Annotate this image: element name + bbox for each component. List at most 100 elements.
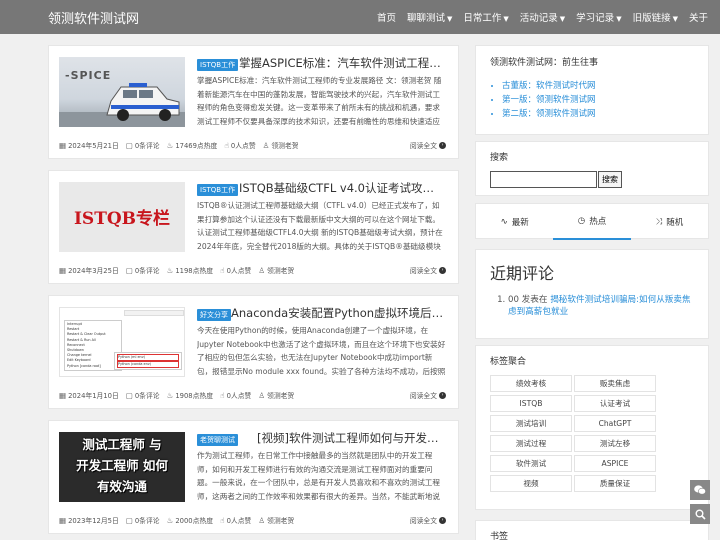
comment-icon: ▢: [125, 515, 133, 525]
chevron-down-icon: ▼: [616, 15, 622, 23]
thumbs-up-icon: ☝: [224, 140, 229, 150]
read-more-link[interactable]: 阅读全文 ›: [410, 390, 446, 400]
shuffle-icon: ⤨: [655, 217, 663, 227]
nav-about[interactable]: 关于: [689, 10, 708, 24]
calendar-icon: ▦: [59, 390, 67, 400]
nav-old-links[interactable]: 旧版链接 ▼: [633, 10, 678, 24]
flame-icon: ♨: [166, 265, 174, 275]
chevron-down-icon: ▼: [503, 15, 509, 23]
comment-icon: ▢: [125, 265, 133, 275]
nav-learning[interactable]: 学习记录 ▼: [576, 10, 621, 24]
tag-link[interactable]: 软件测试: [490, 455, 572, 472]
post-title[interactable]: 掌握ASPICE标准：汽车软件测试工程师的专业发展路径: [239, 55, 444, 71]
chevron-down-icon: ▼: [446, 15, 453, 23]
calendar-icon: ▦: [59, 265, 67, 275]
arrow-right-icon: ›: [439, 516, 446, 524]
tag-link[interactable]: 视频: [490, 475, 572, 492]
user-icon: ♙: [262, 140, 270, 150]
flame-icon: ♨: [166, 140, 174, 150]
tab-hot[interactable]: ◷ 热点: [553, 204, 631, 240]
search-icon[interactable]: [690, 504, 710, 524]
nav-home[interactable]: 首页: [377, 10, 396, 24]
post-thumbnail[interactable]: ISTQB专栏: [59, 182, 185, 252]
tag-link[interactable]: 贩卖焦虑: [574, 375, 656, 392]
user-icon: ♙: [258, 390, 266, 400]
read-more-link[interactable]: 阅读全文 ›: [410, 515, 446, 525]
post-meta: ▦ 2024年5月21日 ▢ 0条评论 ♨ 17469点热度 ☝ 0人点赞 ♙ 领测老贺: [59, 140, 299, 151]
arrow-right-icon: ›: [439, 266, 446, 274]
history-link[interactable]: 古董版：软件测试时代网: [502, 79, 694, 93]
comment-item: 00 发表在 揭秘软件测试培训骗局:如何从叛卖焦虑到高薪包就业: [508, 294, 694, 318]
widget-title: 搜索: [490, 153, 509, 163]
calendar-icon: ▦: [59, 515, 67, 525]
history-link[interactable]: 第二版：领测软件测试网: [502, 107, 694, 121]
tag-link[interactable]: 测试过程: [490, 435, 572, 452]
tag-link[interactable]: 测试左移: [574, 435, 656, 452]
arrow-right-icon: ›: [439, 391, 446, 399]
tag-link[interactable]: 测试培训: [490, 415, 572, 432]
search-button[interactable]: 搜索: [598, 171, 622, 188]
search-input[interactable]: [490, 171, 597, 188]
recent-comments-title: 近期评论: [490, 264, 555, 283]
police-car-image: [59, 83, 185, 127]
post-thumbnail[interactable]: -SPICE: [59, 57, 185, 127]
post-meta: ▦ 2024年3月25日 ▢ 0条评论 ♨ 1198点热度 ☝ 0人点赞 ♙ 领测老贺: [59, 265, 295, 276]
tag-cloud-widget: 标签聚合 绩效考核 贩卖焦虑 ISTQB 认证考试 测试培训 ChatGPT 测…: [475, 345, 709, 510]
thumb-submenu: Python (ml env) Python (conda env): [114, 352, 182, 371]
search-widget: 搜索 搜索: [475, 141, 709, 196]
tag-link[interactable]: 绩效考核: [490, 375, 572, 392]
tag-link[interactable]: ChatGPT: [574, 415, 656, 432]
post-title[interactable]: Anaconda安装配置Python虚拟环境后使用Jupyter: [231, 305, 444, 321]
bookmarks-widget: 书签: [475, 520, 709, 540]
post-excerpt: ISTQB®认证测试工程师基础级大纲（CTFL v4.0）已经正式发布了，如果打…: [197, 201, 443, 251]
widget-title: 书签: [490, 532, 509, 540]
thumbs-up-icon: ☝: [220, 390, 225, 400]
tab-latest[interactable]: ∿ 最新: [476, 204, 553, 240]
wechat-icon[interactable]: [690, 480, 710, 500]
top-header: 领测软件测试网 首页 聊聊测试 ▼ 日常工作 ▼ 活动记录 ▼ 学习记录 ▼ 旧版链接 ▼…: [0, 0, 720, 34]
flame-icon: ♨: [166, 390, 174, 400]
post-card: 测试工程师 与 开发工程师 如何有效沟通 老贺聊测试 [视频]软件测试工程师如何…: [48, 420, 459, 534]
nav-activities[interactable]: 活动记录 ▼: [520, 10, 565, 24]
flame-icon: ♨: [166, 515, 174, 525]
widget-title: 领测软件测试网：前生往事: [490, 58, 599, 68]
widget-title: 标签聚合: [490, 357, 527, 367]
post-category-tag[interactable]: ISTQB工作: [197, 184, 239, 196]
tag-link[interactable]: ISTQB: [490, 395, 572, 412]
tab-random[interactable]: ⤨ 随机: [631, 204, 708, 240]
post-card: ISTQB专栏 ISTQB工作 ISTQB基础级CTFL v4.0认证考试攻略：…: [48, 170, 459, 284]
tag-link[interactable]: 质量保证: [574, 475, 656, 492]
site-title[interactable]: 领测软件测试网: [48, 8, 139, 27]
post-title[interactable]: ISTQB基础级CTFL v4.0认证考试攻略：全面解析: [239, 180, 444, 196]
post-excerpt: 今天在使用Python的时候，使用Anaconda创建了一个虚拟环境，在Jupy…: [197, 326, 446, 376]
posts-tabs-widget: ∿ 最新 ◷ 热点 ⤨ 随机: [475, 203, 709, 240]
post-category-tag[interactable]: 好文分享: [197, 309, 231, 321]
pulse-icon: ∿: [500, 217, 508, 227]
read-more-link[interactable]: 阅读全文 ›: [410, 140, 446, 150]
post-category-tag[interactable]: ISTQB工作: [197, 59, 239, 71]
nav-daily-work[interactable]: 日常工作 ▼: [463, 10, 508, 24]
post-excerpt: 作为测试工程师，在日常工作中接触最多的当然就是团队中的开发工程师，如何和开发工程…: [197, 451, 440, 501]
calendar-icon: ▦: [59, 140, 67, 150]
post-card: Interrupt Restart Restart & Clear Output…: [48, 295, 459, 409]
post-thumbnail[interactable]: 测试工程师 与 开发工程师 如何有效沟通: [59, 432, 185, 502]
post-card: -SPICE ISTQB工作 掌握ASPICE标准：汽车软件测试工程师的专业发展…: [48, 45, 459, 159]
chevron-down-icon: ▼: [559, 15, 566, 23]
history-widget: 领测软件测试网：前生往事 古董版：软件测试时代网 第一版：领测软件测试网 第二版…: [475, 45, 709, 135]
arrow-right-icon: ›: [439, 141, 446, 149]
clock-icon: ◷: [577, 216, 586, 226]
tag-link[interactable]: ASPICE: [574, 455, 656, 472]
post-thumbnail[interactable]: Interrupt Restart Restart & Clear Output…: [59, 307, 185, 377]
tag-link[interactable]: 认证考试: [574, 395, 656, 412]
nav-talk-testing[interactable]: 聊聊测试 ▼: [407, 10, 452, 24]
user-icon: ♙: [258, 265, 266, 275]
history-link[interactable]: 第一版：领测软件测试网: [502, 93, 694, 107]
post-category-tag[interactable]: 老贺聊测试: [197, 434, 238, 446]
read-more-link[interactable]: 阅读全文 ›: [410, 265, 446, 275]
thumbs-up-icon: ☝: [220, 515, 225, 525]
post-title[interactable]: [视频]软件测试工程师如何与开发工程师进行有效沟通: [257, 430, 444, 446]
chevron-down-icon: ▼: [672, 15, 678, 23]
thumbs-up-icon: ☝: [220, 265, 225, 275]
main-nav: 首页 聊聊测试 ▼ 日常工作 ▼ 活动记录 ▼ 学习记录 ▼ 旧版链接 ▼ 关于: [366, 0, 708, 34]
user-icon: ♙: [258, 515, 266, 525]
